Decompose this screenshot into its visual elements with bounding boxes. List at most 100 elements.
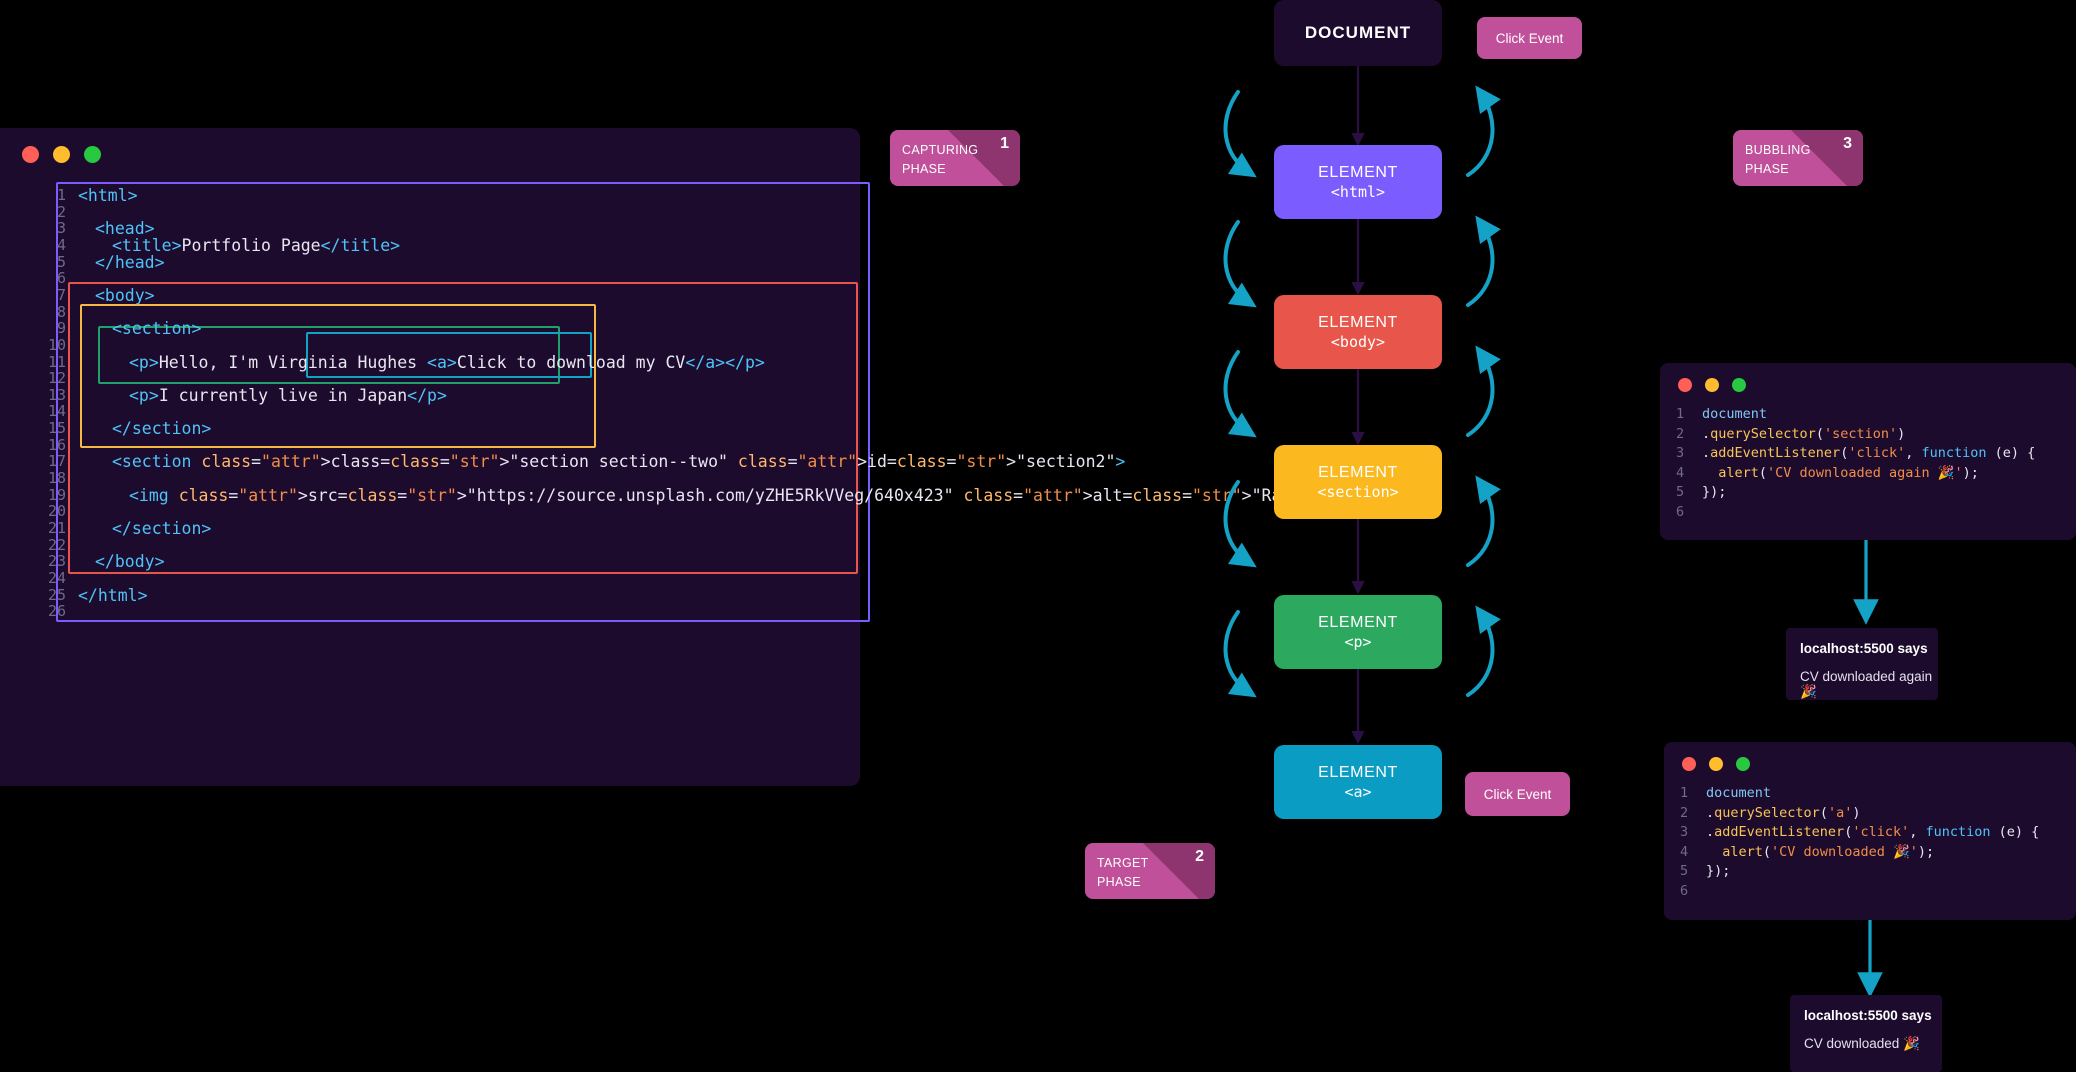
minimize-dot-icon[interactable] <box>53 146 70 163</box>
dom-node-kind: ELEMENT <box>1318 613 1398 631</box>
maximize-dot-icon[interactable] <box>84 146 101 163</box>
badge-label: CAPTURING PHASE <box>902 141 978 180</box>
alert-title: localhost:5500 says <box>1800 641 1928 656</box>
close-dot-icon[interactable] <box>1682 757 1696 771</box>
dom-node-section[interactable]: ELEMENT <section> <box>1274 445 1442 519</box>
code-editor-window: 1 <html> 2 3 <head> 4 <title>Portfolio Page</t… <box>0 128 1401 786</box>
code-line[interactable]: </section> <box>112 419 211 438</box>
dom-node-a[interactable]: ELEMENT <a> <box>1274 745 1442 819</box>
badge-label-line2: PHASE <box>1097 875 1141 890</box>
code-line-number: 3 <box>56 219 66 238</box>
dom-node-kind: ELEMENT <box>1318 163 1398 181</box>
snippet-line: 6 <box>1680 882 1689 899</box>
code-snippet-anchor: 1 document 2 .querySelector('a') 3 .addEventL… <box>1664 742 2076 920</box>
badge-label-line1: TARGET <box>1097 856 1149 870</box>
code-line[interactable]: </head> <box>95 253 165 272</box>
badge-number: 1 <box>1000 135 1009 152</box>
code-line-number: 2 <box>56 202 66 221</box>
code-line[interactable]: <body> <box>95 286 155 305</box>
code-line[interactable]: <p>I currently live in Japan</p> <box>129 386 447 405</box>
code-line-number: 6 <box>56 269 66 288</box>
badge-label: BUBBLING PHASE <box>1745 141 1811 180</box>
code-line-number: 5 <box>56 252 66 271</box>
alert-title: localhost:5500 says <box>1804 1008 1932 1023</box>
code-line-number: 17 <box>47 452 66 471</box>
snippet-line: 2 .querySelector('section') <box>1676 425 1906 442</box>
dom-node-document[interactable]: DOCUMENT <box>1274 0 1442 66</box>
window-controls <box>22 146 101 163</box>
code-line-number: 18 <box>47 469 66 488</box>
code-line[interactable]: </section> <box>112 519 211 538</box>
alert-message: CV downloaded again 🎉 <box>1800 669 1933 699</box>
window-controls <box>1682 757 1750 771</box>
maximize-dot-icon[interactable] <box>1736 757 1750 771</box>
badge-label-line1: BUBBLING <box>1745 143 1811 157</box>
snippet-line: 5}); <box>1680 863 1731 879</box>
dom-node-kind: ELEMENT <box>1318 463 1398 481</box>
code-line-number: 16 <box>47 435 66 454</box>
code-line[interactable]: </body> <box>95 552 165 571</box>
code-line-number: 25 <box>47 585 66 604</box>
close-dot-icon[interactable] <box>1678 378 1692 392</box>
dom-node-tag: <html> <box>1330 182 1386 201</box>
dom-node-kind: ELEMENT <box>1318 763 1398 781</box>
snippet-line: 3 .addEventListener('click', function (e)… <box>1676 445 2036 461</box>
code-line[interactable]: <p>Hello, I'm Virginia Hughes <a>Click t… <box>129 353 765 372</box>
snippet-line: 4 alert('CV downloaded 🎉'); <box>1680 843 1935 860</box>
badge-capturing-phase: CAPTURING PHASE 1 <box>890 130 1020 186</box>
snippet-line: 6 <box>1676 503 1685 520</box>
badge-label: TARGET PHASE <box>1097 854 1149 893</box>
badge-label-line2: PHASE <box>902 162 946 177</box>
code-line-number: 9 <box>56 319 66 338</box>
code-line[interactable]: <section class="attr">class=class="str">… <box>112 452 1125 471</box>
code-line[interactable]: <img class="attr">src=class="str">"https… <box>129 486 1401 505</box>
code-line-number: 11 <box>47 352 66 371</box>
click-event-pill-top[interactable]: Click Event <box>1477 17 1582 59</box>
code-line-number: 1 <box>56 186 66 204</box>
dom-node-body[interactable]: ELEMENT <body> <box>1274 295 1442 369</box>
dom-node-kind: ELEMENT <box>1318 313 1398 331</box>
dom-node-p[interactable]: ELEMENT <p> <box>1274 595 1442 669</box>
minimize-dot-icon[interactable] <box>1709 757 1723 771</box>
snippet-line: 4 alert('CV downloaded again 🎉'); <box>1676 464 1979 481</box>
dom-node-tag: <p> <box>1344 632 1372 651</box>
snippet-code[interactable]: 1 document 2 .querySelector('section') 3 .add… <box>1676 405 2035 522</box>
code-line-number: 24 <box>47 568 66 587</box>
click-event-pill-bottom[interactable]: Click Event <box>1465 772 1570 816</box>
alert-dialog-anchor: localhost:5500 says CV downloaded 🎉 <box>1790 995 1942 1072</box>
code-area[interactable]: 1 <html> 2 3 <head> 4 <title>Portfolio Page</t… <box>22 178 1401 786</box>
window-controls <box>1678 378 1746 392</box>
code-line-number: 26 <box>47 602 66 621</box>
code-line-number: 21 <box>47 519 66 537</box>
snippet-code[interactable]: 1 document 2 .querySelector('a') 3 .addEventL… <box>1680 784 2039 901</box>
maximize-dot-icon[interactable] <box>1732 378 1746 392</box>
snippet-line: 5}); <box>1676 484 1727 500</box>
dom-node-tag: <body> <box>1330 332 1386 351</box>
code-line[interactable]: <section> <box>112 319 201 338</box>
code-line[interactable]: <html> <box>78 186 138 205</box>
dom-node-html[interactable]: ELEMENT <html> <box>1274 145 1442 219</box>
code-line[interactable]: </html> <box>78 586 148 605</box>
badge-corner-accent <box>1143 843 1215 899</box>
code-line-number: 20 <box>47 502 66 521</box>
code-snippet-section: 1 document 2 .querySelector('section') 3 .add… <box>1660 363 2076 540</box>
snippet-line: 1 document <box>1680 785 1772 801</box>
snippet-line: 2 .querySelector('a') <box>1680 804 1861 821</box>
badge-label-line2: PHASE <box>1745 162 1789 177</box>
code-line-number: 13 <box>47 385 66 404</box>
close-dot-icon[interactable] <box>22 146 39 163</box>
alert-message: CV downloaded 🎉 <box>1804 1036 1920 1051</box>
dom-node-tag: <section> <box>1317 482 1399 501</box>
dom-node-tag: <a> <box>1344 782 1372 801</box>
alert-dialog-section: localhost:5500 says CV downloaded again … <box>1786 628 1938 700</box>
code-line-number: 15 <box>47 419 66 438</box>
code-line-number: 8 <box>56 302 66 321</box>
code-line-number: 22 <box>47 535 66 554</box>
snippet-line: 1 document <box>1676 406 1768 422</box>
badge-label-line1: CAPTURING <box>902 143 979 157</box>
snippet-line: 3 .addEventListener('click', function (e)… <box>1680 824 2040 840</box>
code-line-number: 12 <box>47 369 66 388</box>
minimize-dot-icon[interactable] <box>1705 378 1719 392</box>
badge-target-phase: TARGET PHASE 2 <box>1085 843 1215 899</box>
code-line-number: 7 <box>56 285 66 304</box>
